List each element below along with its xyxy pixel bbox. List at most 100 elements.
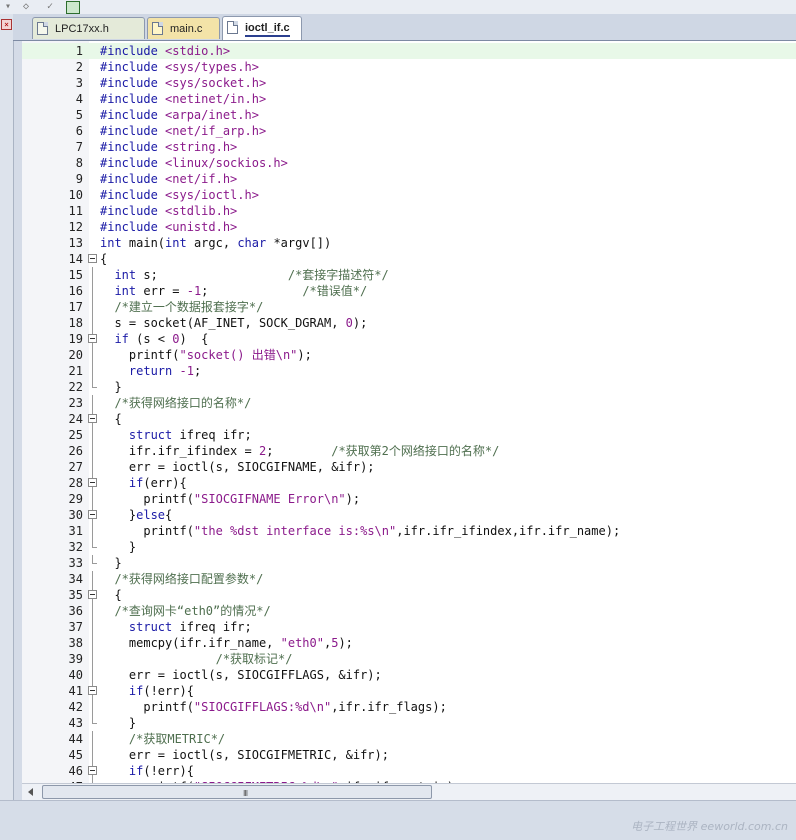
code-line[interactable]: 33 } [22,555,796,571]
code-line[interactable]: 7 #include <string.h> [22,139,796,155]
fold-guide [92,651,93,667]
code-line[interactable]: 39 /*获取标记*/ [22,651,796,667]
line-number: 36 [68,604,83,618]
code-line[interactable]: 13 int main(int argc, char *argv[]) [22,235,796,251]
scrollbar-thumb[interactable]: III [42,785,432,799]
code-line[interactable]: 19 if (s < 0) { [22,331,796,347]
fold-collapse-icon[interactable] [88,590,97,599]
code-line[interactable]: 26 ifr.ifr_ifindex = 2; /*获取第2个网络接口的名称*/ [22,443,796,459]
code-text: struct ifreq ifr; [128,428,252,442]
code-line[interactable]: 25 struct ifreq ifr; [22,427,796,443]
fold-collapse-icon[interactable] [88,334,97,343]
code-line[interactable]: 37 struct ifreq ifr; [22,619,796,635]
code-text: #include <net/if.h> [100,172,238,186]
code-line[interactable]: 20 printf("socket() 出错\n"); [22,347,796,363]
code-line[interactable]: 22 } [22,379,796,395]
line-number: 30 [68,508,83,522]
line-number: 25 [68,428,83,442]
fold-collapse-icon[interactable] [88,686,97,695]
code-line[interactable]: 28 if(err){ [22,475,796,491]
code-line[interactable]: 11 #include <stdlib.h> [22,203,796,219]
code-text: if(err){ [128,476,187,490]
code-line[interactable]: 10 #include <sys/ioctl.h> [22,187,796,203]
toolbar-arrow-icon[interactable]: ▾ [2,1,14,12]
fold-collapse-icon[interactable] [88,766,97,775]
code-text: #include <linux/sockios.h> [100,156,288,170]
code-text: /*获取标记*/ [215,652,293,666]
code-line[interactable]: 41 if(!err){ [22,683,796,699]
code-editor[interactable]: 1 #include <stdio.h> 2 #include <sys/types.… [22,41,796,783]
code-text: /*获取METRIC*/ [128,732,226,746]
line-number: 17 [68,300,83,314]
fold-collapse-icon[interactable] [88,254,97,263]
code-line[interactable]: 43 } [22,715,796,731]
code-text: int err = -1; /*错误值*/ [114,284,368,298]
code-line[interactable]: 38 memcpy(ifr.ifr_name, "eth0",5); [22,635,796,651]
line-number: 20 [68,348,83,362]
code-line[interactable]: 17 /*建立一个数据报套接字*/ [22,299,796,315]
tab-lpc17xx-h[interactable]: LPC17xx.h [32,17,145,39]
close-icon[interactable]: × [1,19,12,30]
code-line[interactable]: 31 printf("the %dst interface is:%s\n",i… [22,523,796,539]
code-text: #include <stdlib.h> [100,204,238,218]
code-line[interactable]: 14 { [22,251,796,267]
line-number: 16 [68,284,83,298]
code-line[interactable]: 1 #include <stdio.h> [22,43,796,59]
code-text: err = ioctl(s, SIOCGIFMETRIC, &ifr); [100,748,389,762]
code-line[interactable]: 42 printf("SIOCGIFFLAGS:%d\n",ifr.ifr_fl… [22,699,796,715]
code-line[interactable]: 36 /*查询网卡“eth0”的情况*/ [22,603,796,619]
code-text: }else{ [100,508,173,522]
line-number: 22 [68,380,83,394]
line-number: 1 [75,44,83,58]
code-line[interactable]: 32 } [22,539,796,555]
code-line[interactable]: 35 { [22,587,796,603]
fold-collapse-icon[interactable] [88,414,97,423]
toolbar-image-icon[interactable] [66,1,80,14]
horizontal-scrollbar[interactable]: III [22,783,796,801]
code-text: printf("SIOCGIFFLAGS:%d\n",ifr.ifr_flags… [100,700,447,714]
scroll-left-arrow-icon[interactable] [28,788,33,796]
fold-collapse-icon[interactable] [88,510,97,519]
code-line[interactable]: 9 #include <net/if.h> [22,171,796,187]
code-line[interactable]: 45 err = ioctl(s, SIOCGIFMETRIC, &ifr); [22,747,796,763]
file-tab-bar: LPC17xx.h main.c ioctl_if.c [13,14,796,41]
tab-ioctl-if-c[interactable]: ioctl_if.c [222,16,302,40]
fold-end-marker [92,539,97,548]
fold-guide [92,363,93,379]
code-line[interactable]: 15 int s; /*套接字描述符*/ [22,267,796,283]
code-line[interactable]: 30 }else{ [22,507,796,523]
code-line[interactable]: 23 /*获得网络接口的名称*/ [22,395,796,411]
code-line[interactable]: 34 /*获得网络接口配置参数*/ [22,571,796,587]
code-text: if (s < 0) { [114,332,209,346]
fold-end-marker [92,715,97,724]
code-line[interactable]: 16 int err = -1; /*错误值*/ [22,283,796,299]
fold-guide [92,267,93,283]
line-number: 15 [68,268,83,282]
code-text: #include <netinet/in.h> [100,92,267,106]
side-panel: × [0,14,14,839]
line-number: 45 [68,748,83,762]
code-line[interactable]: 4 #include <netinet/in.h> [22,91,796,107]
line-number: 42 [68,700,83,714]
toolbar-check-icon[interactable]: ✓ [44,1,56,12]
toolbar-diamond-icon[interactable]: ◇ [20,1,32,12]
code-line[interactable]: 27 err = ioctl(s, SIOCGIFNAME, &ifr); [22,459,796,475]
code-line[interactable]: 5 #include <arpa/inet.h> [22,107,796,123]
fold-collapse-icon[interactable] [88,478,97,487]
code-text: if(!err){ [128,764,194,778]
code-line[interactable]: 40 err = ioctl(s, SIOCGIFFLAGS, &ifr); [22,667,796,683]
line-number: 24 [68,412,83,426]
code-line[interactable]: 46 if(!err){ [22,763,796,779]
code-line[interactable]: 6 #include <net/if_arp.h> [22,123,796,139]
code-line[interactable]: 12 #include <unistd.h> [22,219,796,235]
code-line[interactable]: 3 #include <sys/socket.h> [22,75,796,91]
code-line[interactable]: 29 printf("SIOCGIFNAME Error\n"); [22,491,796,507]
code-line[interactable]: 21 return -1; [22,363,796,379]
fold-guide [92,443,93,459]
code-line[interactable]: 24 { [22,411,796,427]
code-line[interactable]: 18 s = socket(AF_INET, SOCK_DGRAM, 0); [22,315,796,331]
code-line[interactable]: 8 #include <linux/sockios.h> [22,155,796,171]
code-line[interactable]: 44 /*获取METRIC*/ [22,731,796,747]
tab-main-c[interactable]: main.c [147,17,220,39]
code-line[interactable]: 2 #include <sys/types.h> [22,59,796,75]
